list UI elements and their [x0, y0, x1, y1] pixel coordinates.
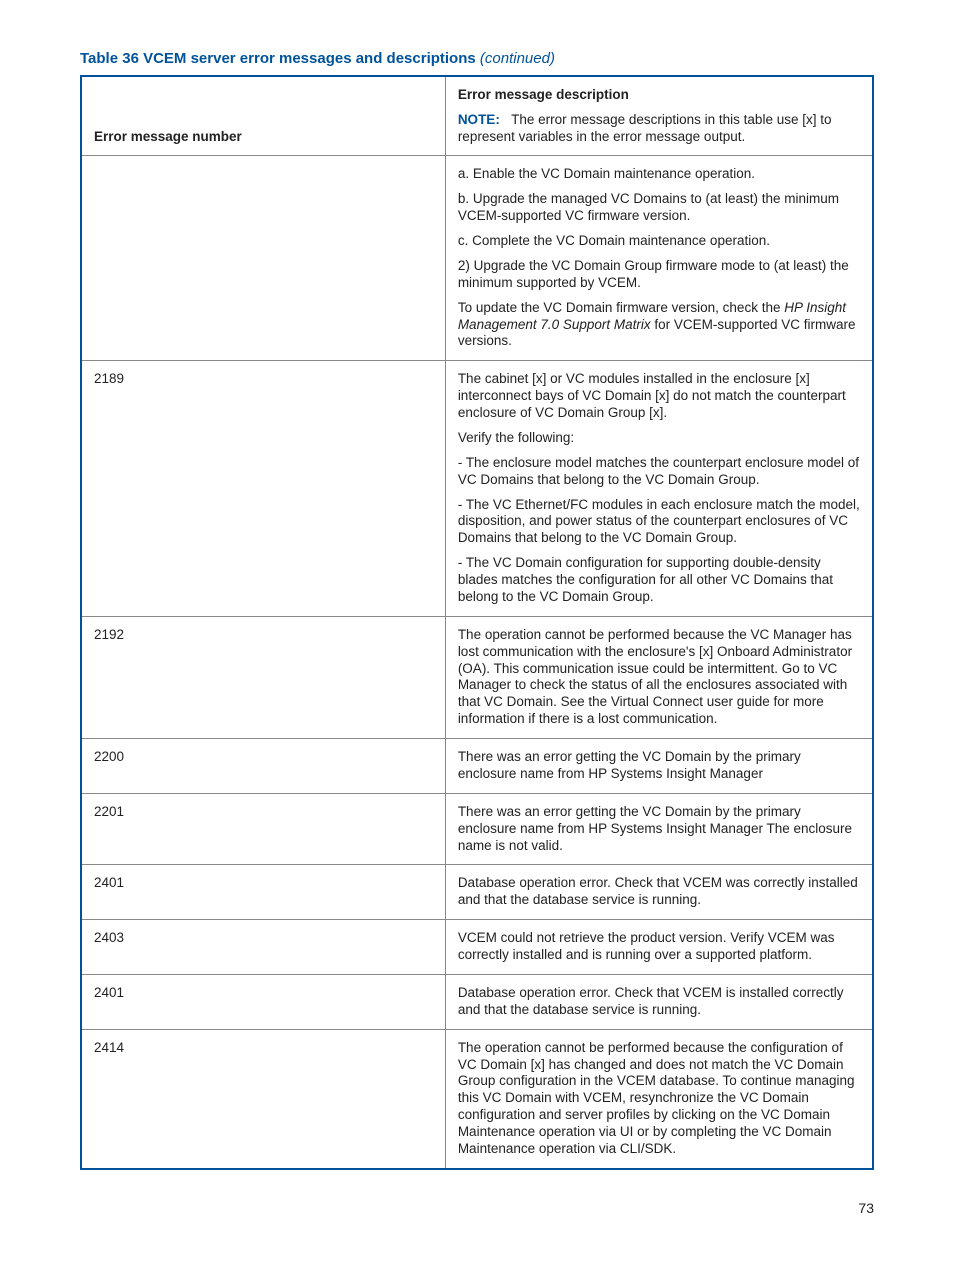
description-paragraph: Database operation error. Check that VCE… [458, 985, 860, 1019]
header-desc-main: Error message description [458, 87, 860, 104]
error-description-cell: There was an error getting the VC Domain… [445, 793, 873, 865]
error-number-cell: 2189 [81, 361, 445, 617]
description-paragraph: c. Complete the VC Domain maintenance op… [458, 233, 860, 250]
error-description-cell: a. Enable the VC Domain maintenance oper… [445, 156, 873, 361]
error-number-cell [81, 156, 445, 361]
description-paragraph: There was an error getting the VC Domain… [458, 804, 860, 855]
table-row: 2401 Database operation error. Check that… [81, 974, 873, 1029]
header-error-description: Error message description NOTE: The erro… [445, 76, 873, 156]
error-description-cell: The cabinet [x] or VC modules installed … [445, 361, 873, 617]
description-paragraph: The operation cannot be performed becaus… [458, 1040, 860, 1158]
description-paragraph: - The VC Ethernet/FC modules in each enc… [458, 497, 860, 548]
table-row: 2201 There was an error getting the VC Do… [81, 793, 873, 865]
description-paragraph: a. Enable the VC Domain maintenance oper… [458, 166, 860, 183]
table-row: 2200 There was an error getting the VC Do… [81, 739, 873, 794]
description-paragraph: VCEM could not retrieve the product vers… [458, 930, 860, 964]
table-title-label: Table 36 VCEM server error messages and … [80, 50, 476, 67]
error-description-cell: The operation cannot be performed becaus… [445, 616, 873, 738]
table-row: 2189 The cabinet [x] or VC modules instal… [81, 361, 873, 617]
table-row: 2414The operation cannot be performed be… [81, 1029, 873, 1169]
description-paragraph: 2) Upgrade the VC Domain Group firmware … [458, 258, 860, 292]
error-number-cell: 2414 [81, 1029, 445, 1169]
page-number: 73 [80, 1200, 874, 1218]
description-paragraph: To update the VC Domain firmware version… [458, 300, 860, 351]
description-paragraph: The cabinet [x] or VC modules installed … [458, 371, 860, 422]
header-note-label: NOTE: [458, 112, 500, 127]
error-number-cell: 2192 [81, 616, 445, 738]
error-description-cell: VCEM could not retrieve the product vers… [445, 920, 873, 975]
description-paragraph: There was an error getting the VC Domain… [458, 749, 860, 783]
error-number-cell: 2201 [81, 793, 445, 865]
table-row: a. Enable the VC Domain maintenance oper… [81, 156, 873, 361]
error-number-cell: 2401 [81, 974, 445, 1029]
table-title-continued: (continued) [480, 50, 555, 67]
error-description-cell: Database operation error. Check that VCE… [445, 865, 873, 920]
error-number-cell: 2403 [81, 920, 445, 975]
error-messages-table: Error message number Error message descr… [80, 75, 874, 1170]
error-number-cell: 2401 [81, 865, 445, 920]
table-row: 2401 Database operation error. Check that… [81, 865, 873, 920]
error-description-cell: The operation cannot be performed becaus… [445, 1029, 873, 1169]
description-paragraph: The operation cannot be performed becaus… [458, 627, 860, 728]
description-paragraph: - The enclosure model matches the counte… [458, 455, 860, 489]
description-paragraph: - The VC Domain configuration for suppor… [458, 555, 860, 606]
error-description-cell: There was an error getting the VC Domain… [445, 739, 873, 794]
table-row: 2192The operation cannot be performed be… [81, 616, 873, 738]
error-number-cell: 2200 [81, 739, 445, 794]
table-row: 2403 VCEM could not retrieve the product … [81, 920, 873, 975]
error-description-cell: Database operation error. Check that VCE… [445, 974, 873, 1029]
description-paragraph: Database operation error. Check that VCE… [458, 875, 860, 909]
table-title: Table 36 VCEM server error messages and … [80, 50, 874, 69]
header-note-text: The error message descriptions in this t… [458, 112, 832, 144]
header-error-number: Error message number [81, 76, 445, 156]
description-paragraph: Verify the following: [458, 430, 860, 447]
description-paragraph: b. Upgrade the managed VC Domains to (at… [458, 191, 860, 225]
